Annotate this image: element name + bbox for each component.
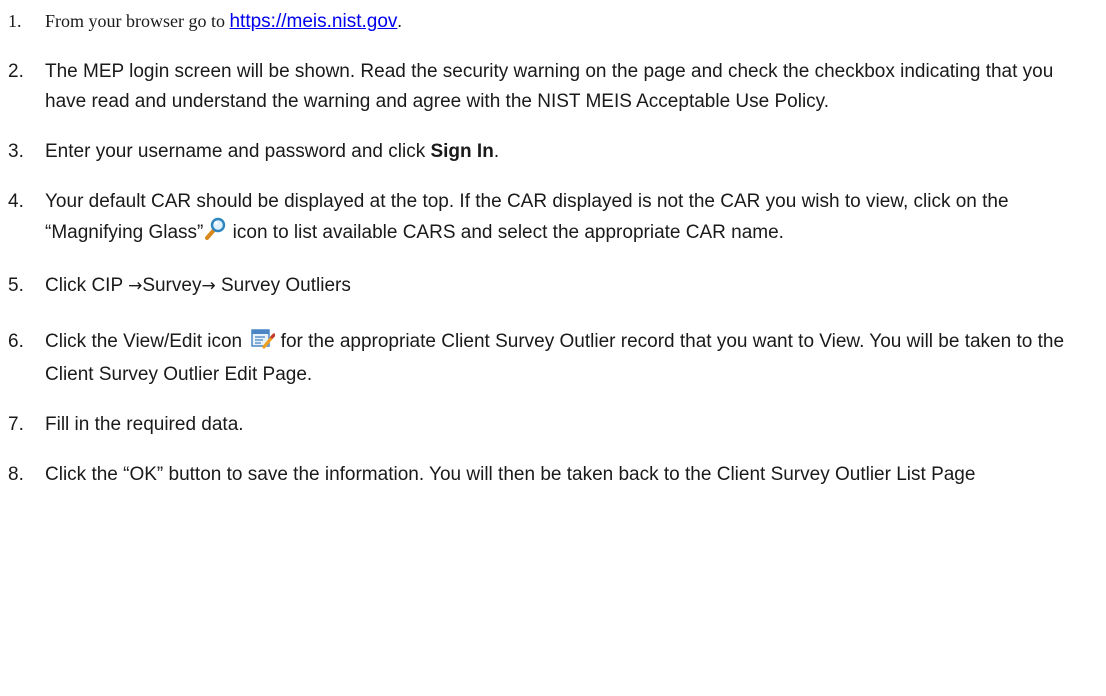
- sign-in-label: Sign In: [430, 141, 494, 162]
- step-text-end: icon to list available CARS and select t…: [227, 222, 784, 243]
- step-number: 4.: [8, 191, 24, 212]
- step-text: Survey: [142, 275, 202, 296]
- step-text: Click the “OK” button to save the inform…: [45, 464, 976, 485]
- step-text-end: .: [397, 11, 402, 31]
- step-number: 1.: [8, 11, 22, 31]
- step-number: 2.: [8, 61, 24, 82]
- step-number: 8.: [8, 464, 24, 485]
- step-text: Survey Outliers: [215, 275, 351, 296]
- view-edit-icon[interactable]: [251, 328, 277, 360]
- step-7: 7. Fill in the required data.: [0, 410, 1106, 440]
- magnifying-glass-icon[interactable]: [203, 217, 227, 251]
- step-number: 6.: [8, 331, 24, 352]
- step-6: 6. Click the View/Edit icon for the appr…: [0, 327, 1106, 390]
- step-text-end: .: [493, 141, 500, 162]
- step-text: From your browser go to: [45, 11, 230, 31]
- arrow-icon: →: [201, 276, 216, 296]
- step-text: Fill in the required data.: [45, 414, 244, 435]
- step-3: 3. Enter your username and password and …: [0, 137, 1106, 167]
- steps-list: 1. From your browser go to https://meis.…: [0, 6, 1106, 490]
- step-number: 5.: [8, 275, 24, 296]
- step-5: 5. Click CIP →Survey→ Survey Outliers: [0, 271, 1106, 301]
- arrow-icon: →: [128, 276, 143, 296]
- step-text: Click the View/Edit icon: [45, 331, 248, 352]
- instructions-document: 1. From your browser go to https://meis.…: [0, 0, 1106, 490]
- step-text: The MEP login screen will be shown. Read…: [45, 61, 1054, 112]
- step-number: 3.: [8, 141, 24, 162]
- step-number: 7.: [8, 414, 24, 435]
- step-1: 1. From your browser go to https://meis.…: [0, 6, 1106, 37]
- meis-link[interactable]: https://meis.nist.gov: [229, 11, 397, 32]
- step-text: Click CIP: [45, 275, 129, 296]
- step-8: 8. Click the “OK” button to save the inf…: [0, 460, 1106, 490]
- step-4: 4. Your default CAR should be displayed …: [0, 187, 1106, 251]
- step-2: 2. The MEP login screen will be shown. R…: [0, 57, 1106, 117]
- step-text: Enter your username and password and cli…: [45, 141, 431, 162]
